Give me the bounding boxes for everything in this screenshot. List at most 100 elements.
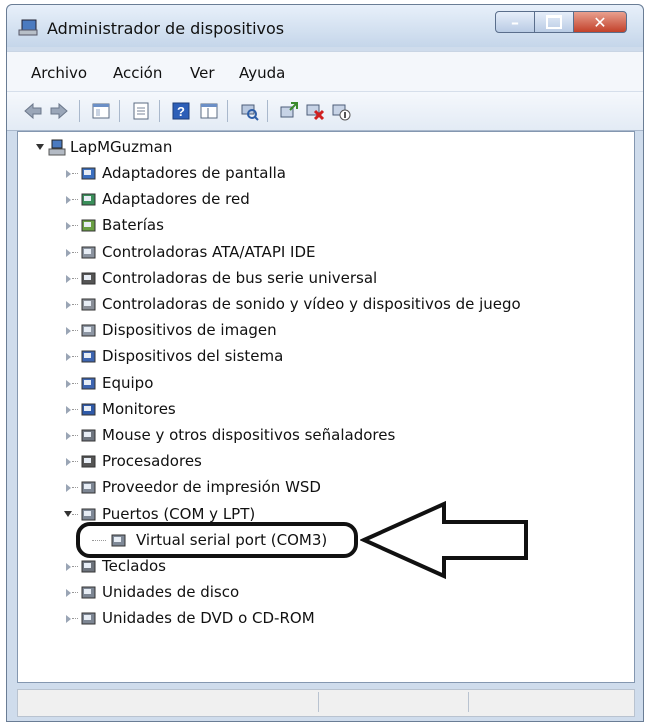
tree-connector: [72, 304, 78, 305]
svg-text:?: ?: [177, 104, 185, 119]
forward-icon[interactable]: [49, 101, 69, 121]
tree-connector: [72, 618, 78, 620]
mouse-icon: [81, 429, 96, 442]
maximize-icon: [535, 12, 573, 32]
tree-connector: [72, 435, 78, 436]
port-icon: [81, 508, 96, 521]
collapse-icon[interactable]: [64, 510, 72, 517]
title-bar[interactable]: Administrador de dispositivos – ✕: [7, 5, 643, 47]
menu-ver[interactable]: Ver: [190, 64, 215, 82]
tree-category-label: Adaptadores de red: [102, 190, 250, 209]
menu-archivo[interactable]: Archivo: [31, 64, 87, 82]
pointer-arrow-annotation: [360, 500, 528, 580]
window-title: Administrador de dispositivos: [47, 19, 285, 38]
close-button[interactable]: ✕: [573, 11, 627, 33]
root-label: LapMGuzman: [70, 138, 173, 156]
menu-bar: Archivo Acción Ver Ayuda: [7, 51, 643, 92]
tree-connector: [72, 173, 78, 174]
disable-icon[interactable]: [331, 101, 351, 121]
battery-icon: [81, 219, 96, 232]
tree-category-label: Teclados: [102, 557, 166, 575]
usb-controller-icon: [81, 272, 96, 285]
device-manager-app-icon: [18, 19, 38, 36]
expand-icon[interactable]: [66, 327, 71, 336]
disk-drive-icon: [81, 586, 96, 599]
expand-icon[interactable]: [66, 589, 71, 598]
status-divider: [318, 692, 319, 712]
scanner-icon: [81, 324, 96, 337]
system-device-icon: [81, 350, 96, 363]
show-hide-tree-icon[interactable]: [91, 101, 111, 121]
tree-category-label: Unidades de DVD o CD-ROM: [102, 609, 315, 628]
tree-connector: [72, 408, 78, 410]
toolbar: ?: [7, 91, 643, 131]
maximize-button[interactable]: [534, 11, 574, 33]
minimize-button[interactable]: –: [495, 11, 535, 33]
toolbar-separator: [159, 100, 160, 122]
menu-ayuda[interactable]: Ayuda: [239, 64, 285, 82]
expand-icon[interactable]: [66, 405, 71, 414]
toolbar-separator: [119, 100, 120, 122]
tree-category-label: Monitores: [102, 399, 176, 418]
expand-icon[interactable]: [66, 379, 71, 388]
update-driver-icon[interactable]: [279, 101, 299, 121]
tree-category-label: Mouse y otros dispositivos señaladores: [102, 426, 396, 444]
tree-connector: [72, 356, 78, 358]
tree-connector: [72, 382, 78, 384]
back-icon[interactable]: [23, 101, 43, 121]
highlight-oval-annotation: [76, 522, 358, 558]
expand-icon[interactable]: [66, 458, 71, 467]
expand-icon[interactable]: [66, 248, 71, 257]
tree-category-label: Controladoras de sonido y vídeo y dispos…: [102, 295, 521, 313]
help-icon[interactable]: ?: [171, 101, 191, 121]
tree-connector: [72, 566, 78, 567]
expand-icon[interactable]: [66, 563, 71, 571]
display-adapter-icon: [81, 167, 96, 180]
expand-icon[interactable]: [66, 301, 71, 309]
printer-icon: [81, 481, 96, 494]
collapse-icon[interactable]: [36, 144, 44, 150]
computer-icon: [81, 377, 96, 390]
ide-controller-icon: [81, 246, 96, 259]
expand-icon[interactable]: [66, 432, 71, 440]
tree-category-label: Baterías: [102, 216, 164, 235]
scan-hardware-icon[interactable]: [239, 101, 259, 121]
tree-category-label: Controladoras ATA/ATAPI IDE: [102, 242, 316, 261]
expand-icon[interactable]: [66, 196, 71, 205]
tree-connector: [72, 225, 78, 227]
toolbar-separator: [267, 100, 268, 122]
device-tree[interactable]: LapMGuzman Adaptadores de pantalla Adapta…: [17, 131, 635, 683]
tree-category-label: Controladoras de bus serie universal: [102, 268, 378, 287]
tree-category-label: Unidades de disco: [102, 583, 240, 602]
sound-icon: [81, 298, 96, 311]
close-icon: ✕: [593, 12, 607, 32]
expand-icon[interactable]: [66, 170, 71, 178]
tree-category-label: Equipo: [102, 373, 154, 392]
expand-icon[interactable]: [66, 274, 71, 283]
keyboard-icon: [81, 560, 96, 573]
tree-connector: [72, 592, 78, 594]
status-divider: [468, 692, 469, 712]
computer-icon: [48, 139, 66, 156]
tree-category-label: Proveedor de impresión WSD: [102, 478, 321, 497]
uninstall-icon[interactable]: [305, 101, 325, 121]
view-icon[interactable]: [199, 101, 219, 121]
expand-icon[interactable]: [66, 222, 71, 231]
device-manager-window: Administrador de dispositivos – ✕ Archiv…: [6, 4, 644, 722]
tree-connector: [72, 513, 78, 515]
tree-connector: [72, 199, 78, 201]
toolbar-separator: [79, 100, 80, 122]
tree-connector: [72, 487, 78, 489]
tree-connector: [72, 330, 78, 332]
properties-icon[interactable]: [131, 101, 151, 121]
menu-accion[interactable]: Acción: [113, 64, 162, 82]
tree-category-label: Dispositivos de imagen: [102, 321, 277, 340]
tree-category-label: Adaptadores de pantalla: [102, 164, 286, 182]
tree-connector: [72, 461, 78, 463]
tree-category-label: Puertos (COM y LPT): [102, 504, 256, 523]
dvd-drive-icon: [81, 612, 96, 625]
expand-icon[interactable]: [66, 353, 71, 362]
expand-icon[interactable]: [66, 615, 71, 624]
expand-icon[interactable]: [66, 484, 71, 493]
network-adapter-icon: [81, 193, 96, 206]
